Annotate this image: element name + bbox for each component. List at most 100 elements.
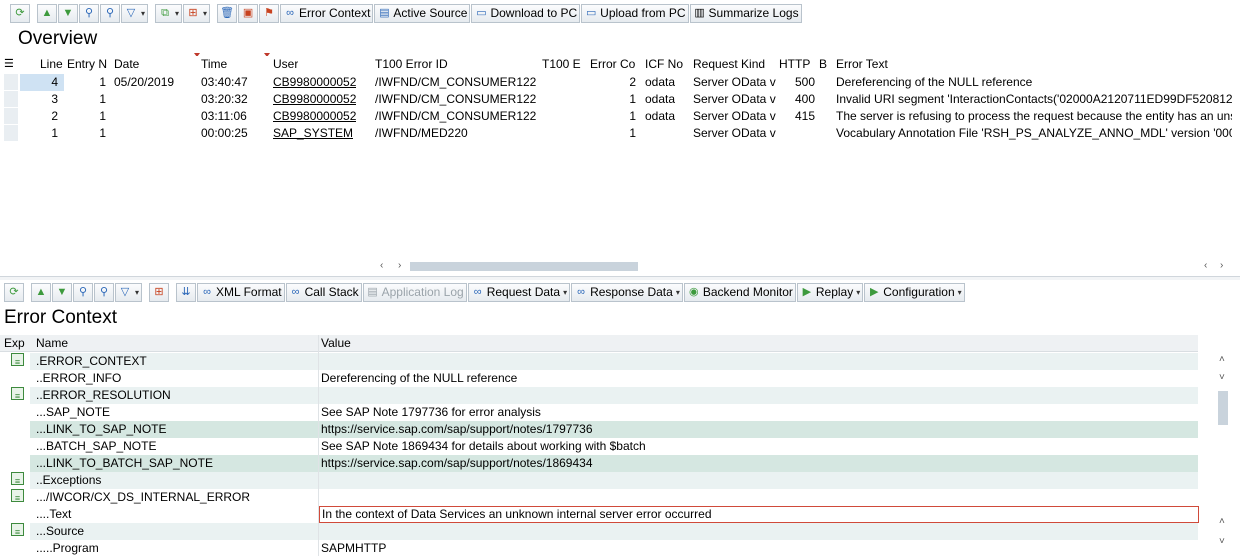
scroll-thumb[interactable] <box>410 262 638 271</box>
xml-format-button[interactable]: ∞ XML Format <box>197 282 285 302</box>
response-data-button[interactable]: ∞ Response Data ▾ <box>571 282 683 302</box>
col-t100-e[interactable]: T100 E <box>542 56 581 72</box>
expand-node-icon[interactable]: ≡ <box>11 472 24 486</box>
scroll-up-icon[interactable]: ˄ <box>1219 516 1225 527</box>
col-date[interactable]: Date <box>114 56 139 72</box>
context-row[interactable]: ....Text In the context of Data Services… <box>0 506 1199 523</box>
scroll-right-icon[interactable]: › <box>398 260 401 271</box>
context-row[interactable]: ..ERROR_INFO Dereferencing of the NULL r… <box>0 370 1198 387</box>
scroll-up-icon[interactable]: ˄ <box>1219 354 1225 365</box>
sort-ascending-button[interactable]: ▲ <box>31 282 51 302</box>
sort-ascending-button[interactable]: ▲ <box>37 3 57 23</box>
find-next-button[interactable]: ⚲ <box>94 282 114 302</box>
flag-button[interactable]: ⚑ <box>259 3 280 23</box>
cell-user-link[interactable]: SAP_SYSTEM <box>273 125 353 142</box>
binoculars-icon: ⚲ <box>78 285 88 298</box>
call-stack-button[interactable]: ∞ Call Stack <box>285 282 362 302</box>
table-row[interactable]: 1 1 00:00:25 SAP_SYSTEM /IWFND/MED220 i … <box>0 125 1232 142</box>
expand-node-icon[interactable]: ≡ <box>11 489 24 503</box>
cell-line: 1 <box>51 126 58 140</box>
application-log-button[interactable]: ▤ Application Log <box>362 282 467 302</box>
row-selector[interactable] <box>4 74 18 91</box>
export-button[interactable]: ⧉ ▾ <box>155 3 183 23</box>
vertical-scrollbar[interactable]: ˄ ˅ ˄ ˅ <box>1216 352 1230 552</box>
context-row[interactable]: ≡ .../IWCOR/CX_DS_INTERNAL_ERROR <box>0 489 1198 506</box>
context-value-link[interactable]: https://service.sap.com/sap/support/note… <box>321 421 593 438</box>
context-row[interactable]: ...LINK_TO_BATCH_SAP_NOTE https://servic… <box>0 455 1198 472</box>
horizontal-scrollbar[interactable]: ‹ › ‹ › <box>376 260 1228 272</box>
row-selector[interactable] <box>4 91 18 108</box>
expand-all-button[interactable]: ⇊ <box>176 282 197 302</box>
print-button[interactable]: ▣ <box>238 3 259 23</box>
cell-user-link[interactable]: CB9980000052 <box>273 91 356 108</box>
active-source-button[interactable]: ▤ Active Source <box>374 3 471 23</box>
table-row[interactable]: 3 1 03:20:32 CB9980000052 /IWFND/CM_CONS… <box>0 91 1232 108</box>
col-line[interactable]: Line <box>40 56 63 72</box>
col-user[interactable]: User <box>273 56 298 72</box>
scroll-left-icon[interactable]: ‹ <box>1204 260 1207 271</box>
context-value-link[interactable]: https://service.sap.com/sap/support/note… <box>321 455 593 472</box>
col-t100-id[interactable]: T100 Error ID <box>375 56 448 72</box>
col-error-count[interactable]: Error Co <box>590 56 635 72</box>
col-icf[interactable]: ICF No <box>645 56 683 72</box>
xml-upload-icon: ▭ <box>585 6 597 19</box>
upload-from-pc-button[interactable]: ▭ Upload from PC <box>581 3 689 23</box>
scroll-down-icon[interactable]: ˅ <box>1219 372 1225 383</box>
layout-grid-icon: ⊞ <box>154 285 164 298</box>
scroll-left-icon[interactable]: ‹ <box>380 260 383 271</box>
col-name[interactable]: Name <box>36 335 68 352</box>
col-exp[interactable]: Exp <box>4 335 25 352</box>
replay-button[interactable]: ▶ Replay ▾ <box>796 282 864 302</box>
col-error-text[interactable]: Error Text <box>836 56 888 72</box>
col-value[interactable]: Value <box>321 335 351 352</box>
context-row[interactable]: ≡ .ERROR_CONTEXT <box>0 353 1198 370</box>
cell-user-link[interactable]: CB9980000052 <box>273 74 356 91</box>
context-value: See SAP Note 1869434 for details about w… <box>321 439 646 453</box>
col-b[interactable]: B <box>819 56 827 72</box>
context-row[interactable]: ...SAP_NOTE See SAP Note 1797736 for err… <box>0 404 1198 421</box>
layout-button[interactable]: ⊞ ▾ <box>183 3 211 23</box>
row-selector[interactable] <box>4 108 18 125</box>
expand-node-icon[interactable]: ≡ <box>11 387 24 401</box>
filter-button[interactable]: ▽ ▾ <box>115 282 143 302</box>
sort-descending-button[interactable]: ▼ <box>52 282 72 302</box>
find-next-button[interactable]: ⚲ <box>100 3 120 23</box>
table-row[interactable]: 2 1 03:11:06 CB9980000052 /IWFND/CM_CONS… <box>0 108 1232 125</box>
cell-time: 03:20:32 <box>201 92 248 106</box>
sort-descending-button[interactable]: ▼ <box>58 3 78 23</box>
scroll-right-icon[interactable]: › <box>1220 260 1223 271</box>
layout-button[interactable]: ⊞ <box>149 282 170 302</box>
refresh-button[interactable]: ⟳ <box>4 282 24 302</box>
table-settings-icon[interactable]: ☰ <box>4 56 14 72</box>
col-entry[interactable]: Entry N <box>67 56 107 72</box>
download-to-pc-button[interactable]: ▭ Download to PC <box>471 3 581 23</box>
error-context-button[interactable]: ∞ Error Context <box>280 3 374 23</box>
refresh-button[interactable]: ⟳ <box>10 3 30 23</box>
scroll-thumb[interactable] <box>1218 391 1228 425</box>
configuration-button[interactable]: ▶ Configuration ▾ <box>864 282 965 302</box>
context-row[interactable]: .....Program SAPMHTTP <box>0 540 1198 557</box>
upload-label: Upload from PC <box>600 6 686 20</box>
context-row[interactable]: ≡ ...Source <box>0 523 1198 540</box>
find-button[interactable]: ⚲ <box>79 3 99 23</box>
expand-node-icon[interactable]: ≡ <box>11 523 24 537</box>
col-http[interactable]: HTTP <box>779 56 810 72</box>
row-selector[interactable] <box>4 125 18 142</box>
delete-button[interactable]: 🗑 <box>217 3 238 23</box>
col-request-kind[interactable]: Request Kind <box>693 56 765 72</box>
scroll-down-icon[interactable]: ˅ <box>1219 536 1225 547</box>
filter-button[interactable]: ▽ ▾ <box>121 3 149 23</box>
find-button[interactable]: ⚲ <box>73 282 93 302</box>
context-row[interactable]: ...LINK_TO_SAP_NOTE https://service.sap.… <box>0 421 1198 438</box>
context-row[interactable]: ...BATCH_SAP_NOTE See SAP Note 1869434 f… <box>0 438 1198 455</box>
request-data-button[interactable]: ∞ Request Data ▾ <box>467 282 571 302</box>
expand-node-icon[interactable]: ≡ <box>11 353 24 367</box>
context-row[interactable]: ≡ ..ERROR_RESOLUTION <box>0 387 1198 404</box>
cell-icf: odata <box>645 109 676 123</box>
cell-user-link[interactable]: CB9980000052 <box>273 108 356 125</box>
table-row[interactable]: 4 1 05/20/2019 03:40:47 CB9980000052 /IW… <box>0 74 1232 91</box>
backend-monitor-button[interactable]: ◉ Backend Monitor <box>683 282 796 302</box>
summarize-logs-button[interactable]: ▥ Summarize Logs <box>689 3 802 23</box>
col-time[interactable]: Time <box>201 56 227 72</box>
context-row[interactable]: ≡ ..Exceptions <box>0 472 1198 489</box>
